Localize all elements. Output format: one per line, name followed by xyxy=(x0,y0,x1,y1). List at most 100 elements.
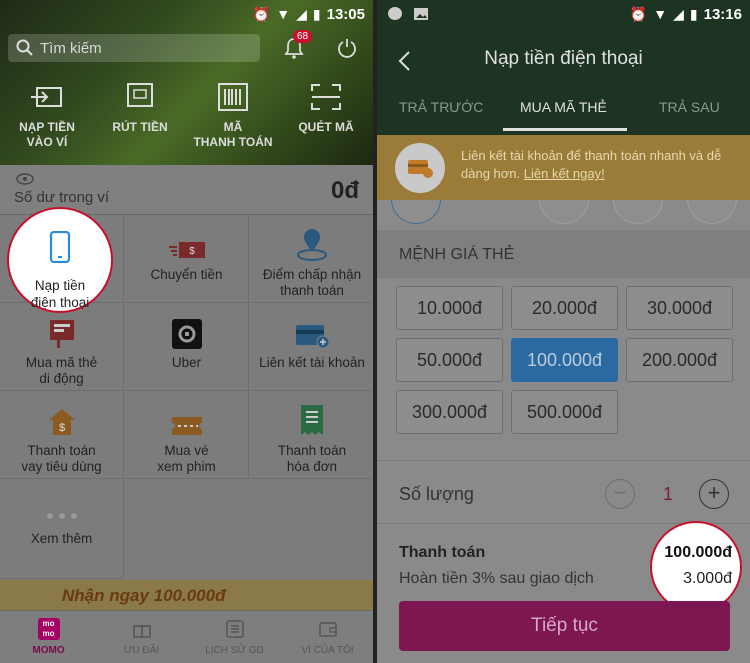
ticket-icon xyxy=(171,417,202,435)
service-label: Điểm chấp nhận xyxy=(262,267,362,282)
quantity-label: Số lượng xyxy=(399,484,474,504)
uber-icon xyxy=(171,319,202,349)
tab-prepaid[interactable]: TRẢ TRƯỚC xyxy=(399,99,483,115)
service-label: Mua vé xyxy=(164,443,209,458)
barcode-icon xyxy=(218,83,248,111)
cashback-label: Hoàn tiền 3% sau giao dịch xyxy=(399,570,594,587)
eye-icon[interactable] xyxy=(16,173,34,185)
quick-action-deposit[interactable]: NẠP TIỀN VÀO VÍ xyxy=(2,82,92,150)
quick-action-scan[interactable]: QUÉT MÃ xyxy=(281,82,371,135)
tab-postpaid[interactable]: TRẢ SAU xyxy=(659,99,720,115)
link-account-alert[interactable]: Liên kết tài khoản để thanh toán nhanh v… xyxy=(377,135,750,200)
tab-label: ƯU ĐÃI xyxy=(123,645,160,656)
service-label: vay tiêu dùng xyxy=(21,459,102,474)
wallet-icon xyxy=(318,622,337,637)
quantity-stepper: Số lượng − 1 + xyxy=(377,460,750,524)
service-label: Nạp tiền xyxy=(34,278,86,293)
balance-label: Số dư trong ví xyxy=(14,189,110,206)
provider-logo[interactable] xyxy=(613,200,663,224)
tab-buy-card-code[interactable]: MUA MÃ THẺ xyxy=(520,99,607,115)
service-label: thanh toán xyxy=(280,283,344,298)
money-transfer-icon: $ xyxy=(168,242,205,258)
quick-action-label: VÀO VÍ xyxy=(26,135,68,149)
service-label: xem phim xyxy=(157,459,216,474)
service-merchants[interactable]: Điểm chấp nhận thanh toán xyxy=(250,215,373,303)
denomination-option[interactable]: 30.000đ xyxy=(626,286,733,330)
denomination-option[interactable]: 300.000đ xyxy=(396,390,503,434)
search-input[interactable]: Tìm kiếm xyxy=(8,34,260,62)
page-title: Nạp tiền điện thoại xyxy=(484,48,643,69)
bottom-tab-bar: mo mo MOMO ƯU ĐÃI LỊCH SỬ GD VÍ CỦA TÔI xyxy=(0,610,373,663)
service-pay-bills[interactable]: Thanh toán hóa đơn xyxy=(250,391,373,479)
right-screen: ⏰ ▼ ◢ ▮ 13:16 Nạp tiền điện thoại TRẢ TR… xyxy=(377,0,750,663)
link-card-icon xyxy=(296,325,330,349)
status-time: 13:05 xyxy=(326,5,365,23)
denomination-option[interactable]: 50.000đ xyxy=(396,338,503,382)
denomination-option-selected[interactable]: 100.000đ xyxy=(511,338,618,382)
provider-logo[interactable] xyxy=(539,200,589,224)
continue-button[interactable]: Tiếp tục xyxy=(399,601,730,651)
phone-icon xyxy=(49,230,71,264)
increment-button[interactable]: + xyxy=(699,479,729,509)
house-money-icon: $ xyxy=(48,409,75,435)
atm-withdraw-icon xyxy=(127,83,153,107)
promo-banner[interactable]: Nhận ngay 100.000đ xyxy=(0,580,373,610)
service-label: Mua mã thẻ xyxy=(25,355,98,370)
service-uber[interactable]: Uber xyxy=(125,303,249,391)
link-now-link[interactable]: Liên kết ngay! xyxy=(524,166,605,181)
svg-text:$: $ xyxy=(58,422,64,434)
service-transfer[interactable]: $ Chuyển tiền xyxy=(125,215,249,303)
status-bar: ⏰ ▼ ◢ ▮ 13:16 xyxy=(377,0,750,28)
denomination-option[interactable]: 10.000đ xyxy=(396,286,503,330)
payment-amount: 100.000đ xyxy=(664,544,732,561)
service-label: điện thoại xyxy=(30,295,90,310)
service-link-account[interactable]: Liên kết tài khoản xyxy=(250,303,373,391)
denomination-option[interactable]: 500.000đ xyxy=(511,390,618,434)
battery-icon: ▮ xyxy=(312,5,321,22)
service-more[interactable]: Xem thêm xyxy=(0,479,124,579)
service-label: Thanh toán xyxy=(27,443,96,458)
power-icon[interactable] xyxy=(336,37,358,59)
denomination-option[interactable]: 20.000đ xyxy=(511,286,618,330)
decrement-button[interactable]: − xyxy=(605,479,635,509)
tab-label: VÍ CỦA TÔI xyxy=(301,645,354,656)
wifi-icon: ▼ xyxy=(653,6,668,22)
wallet-in-icon xyxy=(31,87,62,107)
service-consumer-loan[interactable]: $ Thanh toán vay tiêu dùng xyxy=(0,391,124,479)
quick-action-label: QUÉT MÃ xyxy=(298,120,354,134)
denomination-option[interactable]: 200.000đ xyxy=(626,338,733,382)
service-topup-phone-highlight[interactable]: Nạp tiền điện thoại xyxy=(7,207,113,313)
provider-logo[interactable] xyxy=(391,200,441,224)
tab-my-wallet[interactable]: VÍ CỦA TÔI xyxy=(281,617,373,656)
quantity-value: 1 xyxy=(663,484,674,504)
more-dots-icon xyxy=(46,513,77,519)
quick-action-label: NẠP TIỀN xyxy=(19,120,75,134)
provider-logo[interactable] xyxy=(687,200,737,224)
card-link-icon xyxy=(395,143,445,193)
quick-action-label: RÚT TIỀN xyxy=(112,120,168,134)
tab-offers[interactable]: ƯU ĐÃI xyxy=(95,617,188,656)
quick-action-withdraw[interactable]: RÚT TIỀN xyxy=(95,82,185,135)
quick-action-label: MÃ xyxy=(223,120,243,134)
active-tab-indicator xyxy=(503,128,627,131)
service-label: Uber xyxy=(171,355,202,370)
tab-momo[interactable]: mo mo MOMO xyxy=(2,617,95,656)
quick-action-payment-code[interactable]: MÃ THANH TOÁN xyxy=(188,82,278,150)
service-buy-card-code[interactable]: Mua mã thẻ di động xyxy=(0,303,124,391)
service-label: Thanh toán xyxy=(277,443,347,458)
momo-logo-icon: mo mo xyxy=(37,618,60,640)
svg-text:$: $ xyxy=(189,246,195,257)
notification-badge: 68 xyxy=(293,30,313,43)
payment-label: Thanh toán xyxy=(399,544,486,561)
alarm-icon: ⏰ xyxy=(252,5,271,22)
signal-icon: ◢ xyxy=(296,5,307,22)
service-label: hóa đơn xyxy=(286,459,338,474)
tab-history[interactable]: LỊCH SỬ GD xyxy=(188,617,281,656)
balance-amount: 0đ xyxy=(330,177,359,204)
search-placeholder: Tìm kiếm xyxy=(40,39,102,57)
service-movie-tickets[interactable]: Mua vé xem phim xyxy=(125,391,249,479)
service-label: Xem thêm xyxy=(30,531,93,546)
service-label: Chuyển tiền xyxy=(150,267,223,282)
scan-icon xyxy=(311,84,341,110)
wifi-icon: ▼ xyxy=(276,6,291,22)
